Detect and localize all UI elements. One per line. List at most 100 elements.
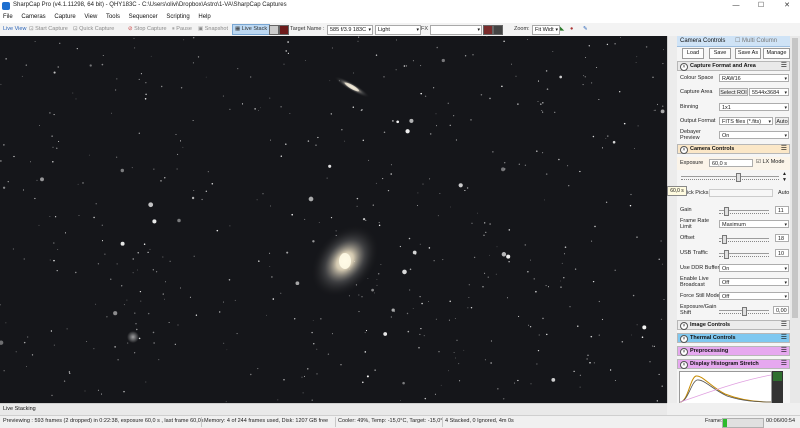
spin-buttons[interactable]: ▲ ▼ (782, 171, 787, 183)
manage-button[interactable]: Manage (763, 48, 790, 59)
reticle-icon[interactable]: ● (570, 25, 573, 34)
star (149, 248, 151, 250)
gain-slider[interactable] (719, 207, 769, 216)
panel-scrollbar[interactable] (790, 36, 800, 403)
reset-stretch-icon[interactable] (772, 382, 783, 393)
menu-icon[interactable]: ☰ (781, 347, 787, 355)
star (362, 139, 365, 142)
menu-tools[interactable]: Tools (103, 12, 124, 20)
star (311, 331, 313, 334)
fx-select[interactable] (430, 25, 482, 35)
menu-scripting[interactable]: Scripting (163, 12, 193, 20)
menu-capture[interactable]: Capture (51, 12, 79, 20)
load-button[interactable]: Load (682, 48, 704, 59)
target-name-select[interactable]: 585 f/3.9 183C (327, 25, 373, 35)
colour-space-select[interactable]: RAW16 (719, 74, 789, 82)
lx-mode-checkbox[interactable]: ☑ LX Mode (756, 159, 784, 165)
binning-select[interactable]: 1x1 (719, 103, 789, 111)
menu-file[interactable]: File (0, 12, 17, 20)
menu-icon[interactable]: ☰ (781, 360, 787, 368)
panel-scrollbar-thumb[interactable] (792, 38, 798, 318)
output-auto-button[interactable]: Auto (775, 117, 789, 125)
grid-icon[interactable] (269, 25, 279, 35)
section-preprocessing[interactable]: ˅ Preprocessing ☰ (677, 346, 790, 356)
force-still-select[interactable]: Off (719, 292, 789, 300)
section-capture-format[interactable]: ˄ Capture Format and Area ☰ (677, 61, 790, 71)
save-button[interactable]: Save (709, 48, 731, 59)
menu-icon[interactable]: ☰ (781, 321, 787, 329)
pause-button[interactable]: ⏸ Pause (172, 25, 192, 34)
red-mode-icon[interactable] (279, 25, 289, 35)
zoom-select[interactable]: Fit Widt (532, 25, 560, 35)
minimize-button[interactable]: — (724, 0, 748, 12)
live-stack-button[interactable]: ▦ Live Stack (232, 24, 271, 35)
star (592, 280, 595, 283)
ddr-buffer-select[interactable]: On (719, 264, 789, 272)
histogram-icon[interactable] (493, 25, 503, 35)
maximize-button[interactable]: ☐ (749, 0, 773, 12)
menu-sequencer[interactable]: Sequencer (126, 12, 162, 20)
offset-slider-thumb[interactable] (722, 235, 727, 244)
debayer-select[interactable]: On (719, 131, 789, 139)
exposure-slider-thumb[interactable] (736, 173, 741, 182)
gain-slider-thumb[interactable] (724, 207, 729, 216)
exposure-gain-shift-slider[interactable] (719, 307, 769, 316)
section-camera-controls[interactable]: ˄ Camera Controls ☰ (677, 144, 790, 154)
live-stacking-tab[interactable]: Live Stacking (3, 406, 36, 412)
menu-icon[interactable]: ☰ (781, 62, 787, 70)
multi-column-checkbox[interactable]: ☐ Multi Column (735, 36, 777, 46)
star (110, 112, 112, 114)
exposure-auto-checkbox[interactable]: Auto (778, 190, 789, 196)
star (609, 369, 612, 371)
star (88, 154, 90, 156)
select-roi-button[interactable]: Select ROI (719, 88, 748, 96)
usb-traffic-slider[interactable] (719, 250, 769, 259)
auto-stretch-icon[interactable] (772, 371, 783, 382)
frame-rate-label: Frame Rate Limit (680, 218, 710, 230)
star (193, 190, 195, 192)
tool-icon[interactable]: ✎ (583, 25, 588, 34)
gain-input[interactable]: 11 (775, 206, 789, 214)
menu-view[interactable]: View (81, 12, 101, 20)
star (436, 46, 438, 49)
offset-slider[interactable] (719, 235, 769, 244)
color-swatch-icon[interactable] (483, 25, 493, 35)
section-display-histogram[interactable]: ˄ Display Histogram Stretch ☰ (677, 359, 790, 369)
offset-input[interactable]: 18 (775, 234, 789, 242)
capture-area-select[interactable]: 5544x3684 (749, 88, 789, 96)
save-as-button[interactable]: Save As (735, 48, 761, 59)
live-view-button[interactable]: Live View (3, 25, 26, 34)
section-thermal-controls[interactable]: ˅ Thermal Controls ☰ (677, 333, 790, 343)
star (527, 271, 529, 273)
start-capture-button[interactable]: ⊡ Start Capture (29, 25, 68, 34)
star (561, 262, 563, 264)
section-image-controls[interactable]: ˅ Image Controls ☰ (677, 320, 790, 330)
exposure-slider[interactable] (681, 173, 779, 182)
menu-icon[interactable]: ☰ (781, 145, 787, 153)
output-format-select[interactable]: FITS files (*.fits) (719, 117, 773, 125)
capture-image[interactable] (0, 36, 667, 403)
exposure-gain-shift-thumb[interactable] (742, 307, 747, 316)
snapshot-button[interactable]: ▣ Snapshot (198, 25, 228, 34)
frame-rate-select[interactable]: Maximum (719, 220, 789, 228)
histogram-chart[interactable] (679, 371, 772, 403)
chart-icon[interactable]: ◣ (560, 25, 564, 34)
image-scrollbar[interactable] (667, 36, 677, 403)
exposure-input[interactable]: 60,0 s (709, 159, 753, 167)
usb-traffic-input[interactable]: 10 (775, 249, 789, 257)
menu-icon[interactable]: ☰ (781, 334, 787, 342)
preset-select[interactable]: Light (375, 25, 421, 35)
live-broadcast-select[interactable]: Off (719, 278, 789, 286)
star (353, 72, 354, 74)
menu-help[interactable]: Help (195, 12, 214, 20)
stop-capture-button[interactable]: ⊘ Stop Capture (128, 25, 167, 34)
usb-traffic-slider-thumb[interactable] (724, 250, 729, 259)
quick-picks-slider[interactable] (709, 189, 773, 197)
star (102, 54, 104, 57)
quick-capture-button[interactable]: ⊡ Quick Capture (73, 25, 114, 34)
menu-cameras[interactable]: Cameras (18, 12, 49, 20)
exposure-gain-shift-input[interactable]: 0,00 (773, 306, 789, 314)
close-button[interactable]: ✕ (775, 0, 799, 12)
star (658, 258, 660, 260)
stretch-settings-icon[interactable] (772, 393, 783, 403)
